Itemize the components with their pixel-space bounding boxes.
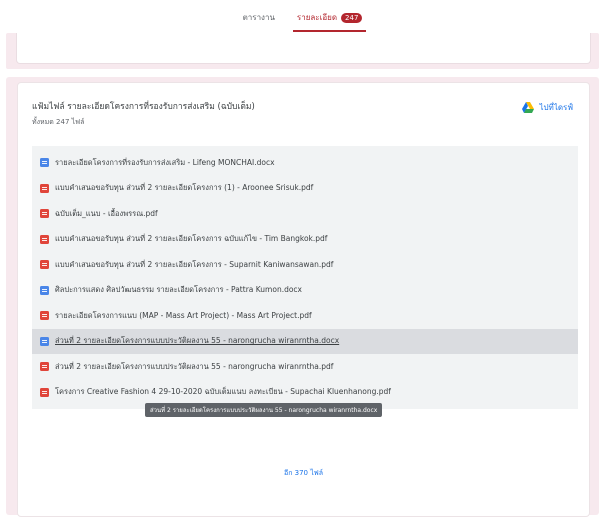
file-name: รายละเอียดโครงการแนบ (MAP - Mass Art Pro… xyxy=(55,310,312,320)
pdf-file-icon xyxy=(40,311,49,321)
file-row[interactable]: รายละเอียดโครงการที่รองรับการส่งเสริม - … xyxy=(32,150,578,176)
file-name: รายละเอียดโครงการที่รองรับการส่งเสริม - … xyxy=(55,157,275,167)
pdf-file-icon xyxy=(40,362,49,372)
doc-file-icon xyxy=(40,285,49,295)
file-row[interactable]: แบบคำเสนอขอรับทุน ส่วนที่ 2 รายละเอียดโค… xyxy=(32,227,578,253)
tab-schedule[interactable]: ตารางาน xyxy=(239,11,279,32)
panel-title: แฟ้มไฟล์ รายละเอียดโครงการที่รองรับการส่… xyxy=(32,102,255,112)
filename-tooltip: ส่วนที่ 2 รายละเอียดโครงการแบบประวัติผลง… xyxy=(145,403,383,417)
top-card xyxy=(16,33,591,64)
tab-bar: ตารางาน รายละเอียด 247 xyxy=(0,0,605,32)
file-row[interactable]: ฉบับเต็ม_แนบ - เอื้องพรรณ.pdf xyxy=(32,201,578,227)
open-drive-button[interactable]: ไปที่ไดรฟ์ xyxy=(522,101,573,114)
file-row[interactable]: แบบคำเสนอขอรับทุน ส่วนที่ 2 รายละเอียดโค… xyxy=(32,176,578,202)
tab-details-label: รายละเอียด xyxy=(296,13,338,22)
file-name: แบบคำเสนอขอรับทุน ส่วนที่ 2 รายละเอียดโค… xyxy=(55,259,334,269)
open-drive-label: ไปที่ไดรฟ์ xyxy=(539,103,573,112)
files-panel: แฟ้มไฟล์ รายละเอียดโครงการที่รองรับการส่… xyxy=(17,82,590,517)
file-row[interactable]: รายละเอียดโครงการแนบ (MAP - Mass Art Pro… xyxy=(32,303,578,329)
file-row[interactable]: ศิลปะการแสดง ศิลปวัฒนธรรม รายละเอียดโครง… xyxy=(32,278,578,304)
file-row[interactable]: แบบคำเสนอขอรับทุน ส่วนที่ 2 รายละเอียดโค… xyxy=(32,252,578,278)
file-name: ศิลปะการแสดง ศิลปวัฒนธรรม รายละเอียดโครง… xyxy=(55,285,302,295)
pdf-file-icon xyxy=(40,387,49,397)
tab-details[interactable]: รายละเอียด 247 xyxy=(292,11,367,32)
file-name: แบบคำเสนอขอรับทุน ส่วนที่ 2 รายละเอียดโค… xyxy=(55,234,328,244)
file-row[interactable]: ส่วนที่ 2 รายละเอียดโครงการแบบประวัติผลง… xyxy=(32,328,578,354)
show-more-link[interactable]: อีก 370 ไฟล์ xyxy=(18,468,589,479)
file-row[interactable]: ส่วนที่ 2 รายละเอียดโครงการแบบประวัติผลง… xyxy=(32,354,578,380)
file-list: รายละเอียดโครงการที่รองรับการส่งเสริม - … xyxy=(32,146,578,409)
file-name: โครงการ Creative Fashion 4 29-10-2020 ฉบ… xyxy=(55,387,391,397)
pdf-file-icon xyxy=(40,234,49,244)
files-panel-frame: แฟ้มไฟล์ รายละเอียดโครงการที่รองรับการส่… xyxy=(6,77,599,517)
doc-file-icon xyxy=(40,158,49,168)
pdf-file-icon xyxy=(40,260,49,270)
file-name: แบบคำเสนอขอรับทุน ส่วนที่ 2 รายละเอียดโค… xyxy=(55,183,314,193)
file-name: ส่วนที่ 2 รายละเอียดโครงการแบบประวัติผลง… xyxy=(55,361,334,371)
pdf-file-icon xyxy=(40,209,49,219)
drive-icon xyxy=(522,102,535,113)
file-name: ส่วนที่ 2 รายละเอียดโครงการแบบประวัติผลง… xyxy=(55,336,340,346)
doc-file-icon xyxy=(40,336,49,346)
pdf-file-icon xyxy=(40,183,49,193)
top-card-frame xyxy=(6,33,599,69)
file-count: ทั้งหมด 247 ไฟล์ xyxy=(32,118,85,126)
count-badge: 247 xyxy=(341,12,363,23)
file-name: ฉบับเต็ม_แนบ - เอื้องพรรณ.pdf xyxy=(55,208,158,218)
file-row[interactable]: โครงการ Creative Fashion 4 29-10-2020 ฉบ… xyxy=(32,380,578,406)
